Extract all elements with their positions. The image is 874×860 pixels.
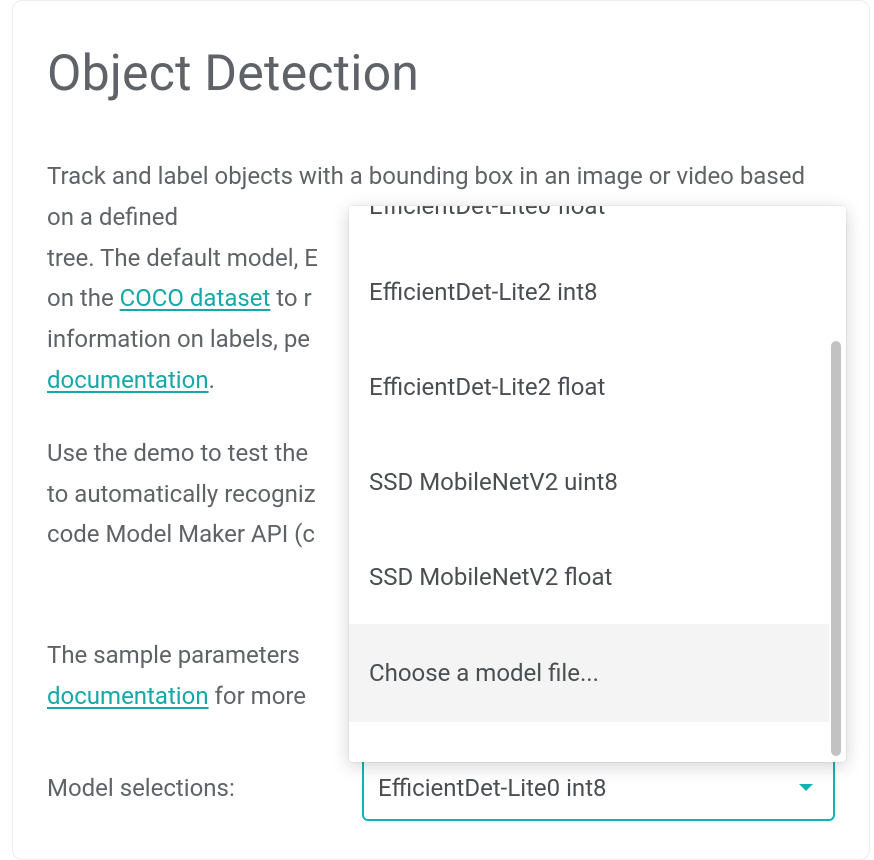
dropdown-option[interactable]: SSD MobileNetV2 uint8: [349, 434, 829, 529]
chevron-down-icon: [799, 784, 813, 791]
page-title: Object Detection: [47, 47, 835, 102]
dropdown-option-label: EfficientDet-Lite2 int8: [369, 278, 598, 306]
model-select-dropdown: EfficientDet-Lite0 float EfficientDet-Li…: [349, 206, 846, 762]
text-fragment: .: [209, 366, 215, 394]
model-select-value: EfficientDet-Lite0 int8: [378, 774, 607, 802]
text-fragment: code Model Maker API (c: [47, 520, 315, 548]
dropdown-scrollbar[interactable]: [829, 206, 843, 762]
text-fragment: tree. The default model, E: [47, 244, 318, 272]
documentation-link-2[interactable]: documentation: [47, 682, 209, 710]
text-fragment: Use the demo to test the: [47, 439, 308, 467]
text-fragment: to r: [270, 284, 311, 312]
dropdown-option-label: EfficientDet-Lite2 float: [369, 373, 605, 401]
dropdown-option-label: EfficientDet-Lite0 float: [369, 206, 605, 220]
dropdown-option-choose-file[interactable]: Choose a model file...: [349, 624, 829, 722]
text-fragment: for more: [209, 682, 306, 710]
scrollbar-thumb[interactable]: [831, 341, 841, 756]
dropdown-option[interactable]: EfficientDet-Lite0 float: [349, 206, 829, 244]
text-fragment: information on labels, pe: [47, 325, 310, 353]
text-fragment: The sample parameters: [47, 641, 300, 669]
dropdown-list[interactable]: EfficientDet-Lite0 float EfficientDet-Li…: [349, 206, 829, 762]
dropdown-option-label: Choose a model file...: [369, 659, 599, 687]
dropdown-option-label: SSD MobileNetV2 float: [369, 563, 612, 591]
model-select[interactable]: EfficientDet-Lite0 int8: [362, 755, 835, 821]
dropdown-option-label: SSD MobileNetV2 uint8: [369, 468, 618, 496]
dropdown-option[interactable]: EfficientDet-Lite2 int8: [349, 244, 829, 339]
dropdown-option[interactable]: SSD MobileNetV2 float: [349, 529, 829, 624]
model-select-wrap: EfficientDet-Lite0 int8: [362, 755, 835, 821]
model-selection-label: Model selections:: [47, 774, 362, 802]
documentation-link[interactable]: documentation: [47, 366, 209, 394]
coco-dataset-link[interactable]: COCO dataset: [120, 284, 271, 312]
dropdown-option[interactable]: EfficientDet-Lite2 float: [349, 339, 829, 434]
text-fragment: to automatically recogniz: [47, 480, 316, 508]
model-selection-row: Model selections: EfficientDet-Lite0 int…: [47, 755, 835, 821]
text-fragment: on the: [47, 284, 120, 312]
